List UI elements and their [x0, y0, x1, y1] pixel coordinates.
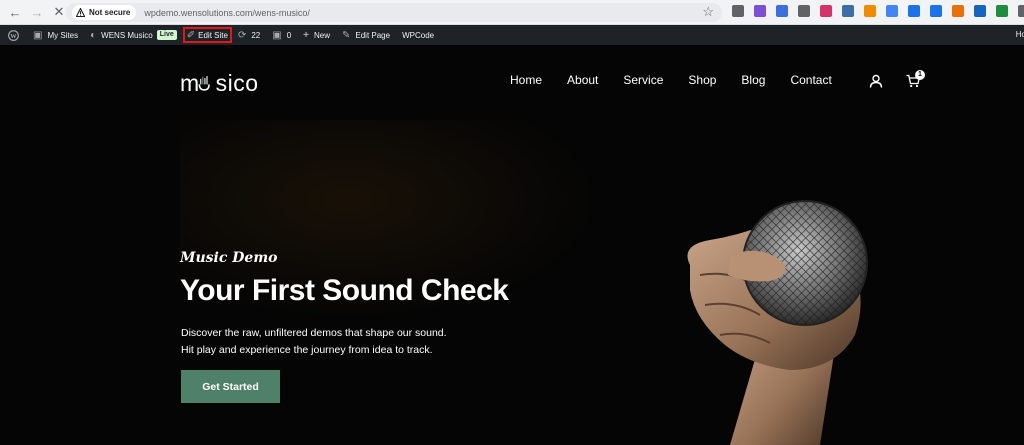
url-text[interactable]: wpdemo.wensolutions.com/wens-musico/: [144, 8, 310, 18]
menu-item-service[interactable]: Service: [623, 73, 663, 87]
site-name-menu[interactable]: ◐ WENS Musico Live: [84, 25, 183, 45]
logo-text: sico: [215, 69, 259, 96]
browser-extension-icon[interactable]: [930, 5, 942, 17]
wpcode-label: WPCode: [402, 30, 435, 40]
menu-item-shop[interactable]: Shop: [688, 73, 716, 87]
updates-link[interactable]: ⟳ 22: [232, 25, 266, 45]
pencil-icon: ✎: [342, 29, 351, 41]
menu-item-about[interactable]: About: [567, 73, 598, 87]
comments-link[interactable]: ▣ 0: [266, 25, 297, 45]
browser-extension-icon[interactable]: [864, 5, 876, 17]
plus-icon: +: [303, 29, 309, 41]
menu-item-blog[interactable]: Blog: [741, 73, 765, 87]
my-sites-label: My Sites: [47, 30, 79, 40]
address-bar[interactable]: Not secure wpdemo.wensolutions.com/wens-…: [66, 3, 722, 22]
back-icon[interactable]: ←: [4, 1, 26, 23]
wp-admin-bar: W ▣ My Sites ◐ WENS Musico Live ✐ Edit S…: [0, 25, 1024, 45]
edit-site-label: Edit Site: [198, 30, 228, 40]
browser-extension-icon[interactable]: [1018, 5, 1024, 17]
hero-script-title: Music Demo: [180, 250, 278, 266]
user-icon[interactable]: [869, 74, 883, 88]
new-label: New: [313, 30, 330, 40]
updates-count: 22: [251, 30, 261, 40]
browser-toolbar: ← → ✕ Not secure wpdemo.wensolutions.com…: [0, 0, 1024, 25]
site-name-label: WENS Musico: [101, 30, 153, 40]
hero-description-line: Hit play and experience the journey from…: [181, 344, 433, 356]
security-label: Not secure: [89, 8, 131, 17]
browser-extension-icon[interactable]: [886, 5, 898, 17]
howdy-account-menu[interactable]: Ho: [1016, 25, 1024, 45]
edit-site-button[interactable]: ✐ Edit Site: [182, 27, 232, 43]
live-badge: Live: [156, 30, 177, 40]
site-logo[interactable]: m sico: [180, 69, 259, 96]
warning-icon: [76, 8, 85, 17]
forward-icon[interactable]: →: [26, 1, 48, 23]
bookmark-star-icon[interactable]: ☆: [702, 4, 714, 20]
browser-extension-icon[interactable]: [974, 5, 986, 17]
browser-extension-icon[interactable]: [820, 5, 832, 17]
browser-extension-icon[interactable]: [798, 5, 810, 17]
security-chip[interactable]: Not secure: [72, 5, 137, 20]
comments-count: 0: [286, 30, 292, 40]
hero-section: m sico Home About Service Shop Blog Cont…: [0, 45, 1024, 445]
primary-menu: Home About Service Shop Blog Contact: [510, 73, 857, 87]
my-sites-menu[interactable]: ▣ My Sites: [27, 25, 84, 45]
hero-headline: Your First Sound Check: [180, 274, 509, 307]
edit-page-label: Edit Page: [355, 30, 391, 40]
browser-extension-icon[interactable]: [952, 5, 964, 17]
menu-item-home[interactable]: Home: [510, 73, 542, 87]
browser-extension-icon[interactable]: [842, 5, 854, 17]
menu-item-contact[interactable]: Contact: [790, 73, 831, 87]
logo-music-icon: [198, 76, 210, 91]
edit-page-link[interactable]: ✎ Edit Page: [336, 25, 396, 45]
browser-extension-icon[interactable]: [996, 5, 1008, 17]
wpcode-menu[interactable]: WPCode: [396, 25, 440, 45]
browser-extension-icon[interactable]: [908, 5, 920, 17]
updates-icon: ⟳: [237, 29, 247, 41]
browser-extension-icon[interactable]: [732, 5, 744, 17]
hero-description: Discover the raw, unfiltered demos that …: [181, 325, 447, 359]
dashboard-icon: ◐: [90, 29, 97, 41]
brush-icon: ✐: [186, 29, 196, 41]
sites-icon: ▣: [33, 29, 43, 41]
new-content-menu[interactable]: + New: [297, 25, 336, 45]
comment-icon: ▣: [272, 29, 282, 41]
browser-extension-icon[interactable]: [776, 5, 788, 17]
get-started-button[interactable]: Get Started: [181, 370, 280, 403]
microphone-hand-image: [687, 200, 868, 445]
svg-text:W: W: [10, 32, 17, 39]
extensions-bar: [732, 5, 1024, 17]
hero-description-line: Discover the raw, unfiltered demos that …: [181, 327, 447, 339]
cart-count-badge: 1: [915, 70, 925, 80]
browser-extension-icon[interactable]: [754, 5, 766, 17]
wp-logo-icon[interactable]: W: [0, 25, 27, 45]
